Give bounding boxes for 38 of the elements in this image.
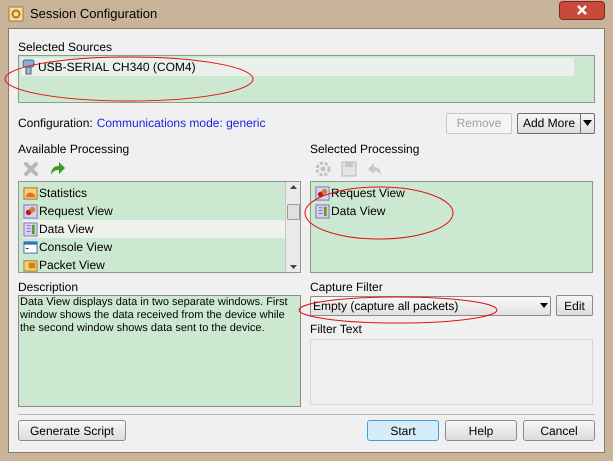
edit-button[interactable]: Edit <box>556 295 593 316</box>
connector-icon <box>21 59 36 75</box>
section-label: Capture Filter <box>310 279 384 295</box>
section-label: Selected Processing <box>310 141 420 157</box>
window-title: Session Configuration <box>30 5 158 24</box>
dialog-button[interactable]: Start <box>367 420 439 441</box>
list-item[interactable]: Request View <box>315 184 592 202</box>
chart-icon <box>23 186 38 200</box>
arrow-down-icon[interactable] <box>290 265 296 269</box>
list-item[interactable]: Data View <box>315 202 592 220</box>
close-button[interactable] <box>559 0 605 20</box>
dialog-button[interactable]: Cancel <box>523 420 595 441</box>
list-item[interactable]: Request View <box>23 202 285 220</box>
add-more-button[interactable]: Add More <box>516 112 595 134</box>
section-label: Description <box>18 279 80 295</box>
scrollbar-thumb[interactable] <box>286 204 300 220</box>
caret-icon <box>540 303 548 308</box>
list-item[interactable]: Statistics <box>23 184 285 202</box>
caret-icon <box>583 120 592 126</box>
terminal-icon <box>23 240 38 254</box>
list-item[interactable]: Data View <box>23 220 285 238</box>
source-item[interactable]: USB-SERIAL CH340 (COM4) <box>21 58 574 76</box>
description-text: Data View displays data in two separate windows. First window shows the data received from the device while the second window shows data sent to the device. <box>20 296 288 334</box>
configuration-link[interactable]: Communications mode: generic <box>96 114 266 132</box>
dialog-button[interactable]: Help <box>445 420 517 441</box>
section-label: Available Processing <box>18 141 130 157</box>
list-item[interactable]: Console View <box>23 238 285 256</box>
filter-text-field[interactable] <box>310 339 593 405</box>
configuration-label: Configuration: <box>18 115 93 132</box>
close-icon <box>577 5 587 15</box>
list-item[interactable]: Packet View <box>23 256 285 274</box>
dialog-button[interactable]: Generate Script <box>18 420 126 441</box>
package-icon <box>23 258 38 272</box>
scrollbar[interactable] <box>285 182 300 272</box>
section-label: Filter Text <box>310 321 363 337</box>
capture-filter-dropdown[interactable]: Empty (capture all packets) <box>310 296 551 316</box>
arrow-up-icon[interactable] <box>290 185 296 189</box>
section-label: Selected Sources <box>18 39 114 55</box>
